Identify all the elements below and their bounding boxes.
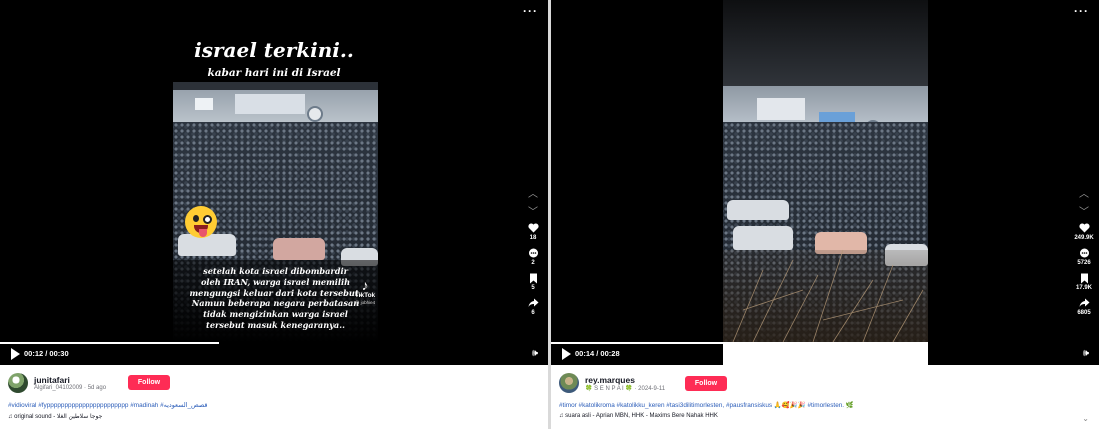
- video-card-left: israel terkini.. kabar hari ini di Israe…: [0, 0, 548, 429]
- sound-label: suara asli - Aprian MBN, HHK - Maxims Be…: [565, 413, 718, 419]
- caption-line: oleh IRAN, warga israel memilih: [200, 276, 351, 287]
- volume-icon[interactable]: 🕪: [532, 348, 538, 359]
- play-icon[interactable]: [11, 348, 20, 360]
- save-button[interactable]: 17.9K: [1069, 272, 1099, 292]
- action-bar: 18 2 5 6: [518, 222, 548, 322]
- previous-video-icon[interactable]: ︿: [527, 185, 539, 200]
- caption-line: tersebut masuk kenegaranya..: [206, 319, 345, 330]
- video-frame: [723, 0, 928, 342]
- save-count: 17.9K: [1075, 285, 1092, 291]
- previous-video-icon[interactable]: ︿: [1078, 185, 1090, 200]
- volume-icon[interactable]: 🕪: [1083, 348, 1089, 359]
- like-button[interactable]: 249.9K: [1069, 222, 1099, 242]
- share-button[interactable]: 6805: [1069, 297, 1099, 317]
- like-count: 249.9K: [1074, 235, 1094, 241]
- hashtags[interactable]: #vidioviral #fyppppppppppppppppppppppp #…: [8, 401, 207, 409]
- share-count: 6: [531, 310, 535, 316]
- overlay-subtitle: kabar hari ini di Israel: [207, 67, 341, 79]
- progress-bar[interactable]: [0, 342, 219, 344]
- like-count: 18: [529, 235, 537, 241]
- avatar[interactable]: [8, 373, 28, 393]
- follow-button[interactable]: Follow: [685, 376, 727, 391]
- more-options-icon[interactable]: ···: [1074, 4, 1089, 18]
- caption-line: Namun beberapa negara perbatasan: [191, 298, 360, 309]
- player-controls: [0, 342, 548, 365]
- caption-line: tidak mengizinkan warga israel: [203, 309, 348, 320]
- comment-count: 2: [531, 260, 535, 266]
- save-button[interactable]: 5: [518, 272, 548, 292]
- avatar[interactable]: [559, 373, 579, 393]
- comment-count: 5726: [1077, 260, 1091, 266]
- share-icon: [1069, 297, 1099, 309]
- caption-line: setelah kota israel dibombardir: [203, 266, 348, 276]
- share-count: 6805: [1077, 310, 1091, 316]
- user-subtitle: 🍀 S E N P A I 🍀 · 2024-9-11: [585, 386, 666, 392]
- sound-label: original sound - جوجا سلاطين الغلا: [14, 414, 103, 420]
- video-player[interactable]: ··· ︿ ﹀ 249.9K 5726 17.9K 6805: [551, 0, 1099, 342]
- winking-emoji-icon: [185, 206, 217, 238]
- more-options-icon[interactable]: ···: [523, 4, 538, 18]
- heart-icon: [518, 222, 548, 234]
- hashtags[interactable]: #timor #katolikroma #katolikku_keren #ta…: [559, 401, 854, 409]
- tiktok-logo-icon: ♪: [361, 277, 369, 293]
- video-card-right: ··· ︿ ﹀ 249.9K 5726 17.9K 6805 00:14 / 0…: [551, 0, 1099, 429]
- action-bar: 249.9K 5726 17.9K 6805: [1069, 222, 1099, 322]
- play-icon[interactable]: [562, 348, 571, 360]
- bookmark-icon: [1069, 272, 1099, 284]
- username[interactable]: rey.marques: [585, 375, 635, 385]
- overlay-title: israel terkini..: [194, 38, 354, 62]
- expand-chevron-icon[interactable]: ⌄: [1082, 414, 1089, 423]
- comment-button[interactable]: 2: [518, 247, 548, 267]
- controls-bg-right: [928, 342, 1099, 365]
- like-button[interactable]: 18: [518, 222, 548, 242]
- share-button[interactable]: 6: [518, 297, 548, 317]
- comment-icon: [518, 247, 548, 259]
- video-player[interactable]: israel terkini.. kabar hari ini di Israe…: [0, 0, 548, 342]
- watermark-handle: @ jobhie4: [354, 300, 376, 305]
- next-video-icon[interactable]: ﹀: [527, 203, 539, 218]
- share-icon: [518, 297, 548, 309]
- username[interactable]: junitafari: [34, 375, 70, 385]
- save-count: 5: [531, 285, 535, 291]
- next-video-icon[interactable]: ﹀: [1078, 203, 1090, 218]
- comment-icon: [1069, 247, 1099, 259]
- user-subtitle: Algifari_04102009 · 5d ago: [34, 385, 107, 391]
- sound-row[interactable]: ♫ suara asli - Aprian MBN, HHK - Maxims …: [559, 413, 718, 419]
- caption-line: mengungsi keluar dari kota tersebut.: [189, 287, 362, 298]
- progress-bar[interactable]: [551, 342, 825, 344]
- tiktok-watermark: ♪ TikTok @ jobhie4: [351, 278, 379, 306]
- time-display: 00:12 / 00:30: [24, 349, 69, 358]
- watermark-text: TikTok: [354, 292, 376, 299]
- sound-row[interactable]: ♫ original sound - جوجا سلاطين الغلا: [8, 413, 102, 420]
- comment-button[interactable]: 5726: [1069, 247, 1099, 267]
- bookmark-icon: [518, 272, 548, 284]
- follow-button[interactable]: Follow: [128, 375, 170, 390]
- heart-icon: [1069, 222, 1099, 234]
- time-display: 00:14 / 00:28: [575, 349, 620, 358]
- overlay-caption: setelah kota israel dibombardir oleh IRA…: [173, 266, 378, 331]
